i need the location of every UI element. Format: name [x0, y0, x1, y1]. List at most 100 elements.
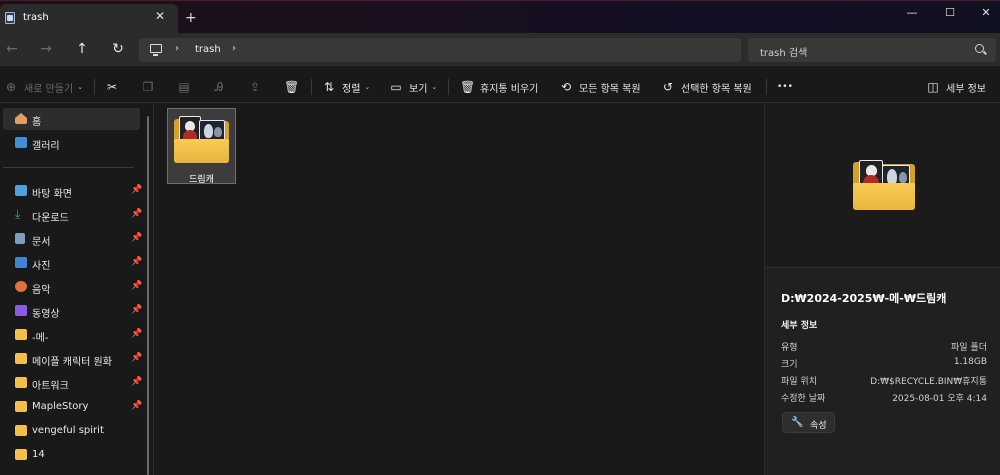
details-row-location: 파일 위치 D:₩$RECYCLE.BIN₩휴지통 [781, 374, 987, 388]
refresh-button[interactable]: ↻ [108, 40, 128, 58]
sidebar-item-documents[interactable]: 문서 📌 [3, 228, 142, 250]
chevron-down-icon: ⌄ [77, 83, 84, 91]
search-input[interactable]: trash 검색 [748, 38, 996, 62]
chevron-right-icon[interactable]: › [232, 43, 236, 54]
sidebar-item-folder[interactable]: 아트워크 📌 [3, 372, 142, 394]
sidebar-item-folder[interactable]: 14 [3, 444, 140, 466]
rename-icon: Ꭿ [214, 79, 224, 94]
new-tab-button[interactable]: + [185, 11, 197, 25]
pin-icon[interactable]: 📌 [131, 401, 142, 411]
paste-button[interactable]: ▤ [177, 78, 197, 96]
wrench-icon: 🔧 [791, 417, 804, 428]
sidebar-item-desktop[interactable]: 바탕 화면 📌 [3, 180, 142, 202]
restore-selected-label: 선택한 항목 복원 [681, 83, 752, 95]
folder-item[interactable]: 드림캐 [167, 108, 236, 185]
sidebar-item-downloads[interactable]: ⤓ 다운로드 📌 [3, 204, 142, 226]
sidebar-item-label: 사진 [32, 261, 51, 272]
folder-icon [15, 353, 27, 364]
sidebar-item-label: vengeful spirit [32, 425, 104, 436]
details-key: 파일 위치 [781, 377, 817, 387]
details-pane-icon: ◫ [927, 80, 939, 94]
preview-figure [204, 124, 213, 138]
chevron-down-icon: ⌄ [364, 83, 371, 91]
share-button[interactable]: ⇪ [248, 78, 268, 96]
view-button[interactable]: ▭ 보기 ⌄ [389, 78, 437, 96]
rename-button[interactable]: Ꭿ [212, 78, 232, 96]
navigation-pane: 홈 갤러리 바탕 화면 📌 ⤓ 다운로드 📌 문서 📌 사진 📌 음악 📌 동영… [0, 104, 154, 475]
delete-button[interactable]: 🗑 [284, 78, 304, 96]
empty-recycle-bin-button[interactable]: 🗑 휴지통 비우기 [460, 78, 538, 96]
pin-icon[interactable]: 📌 [131, 353, 142, 363]
sidebar-item-music[interactable]: 음악 📌 [3, 276, 142, 298]
sidebar-item-label: 동영상 [32, 309, 60, 320]
sort-label: 정렬 [342, 83, 361, 95]
sidebar-item-label: 홈 [32, 117, 42, 128]
search-icon[interactable] [975, 44, 984, 53]
sidebar-item-folder[interactable]: MapleStory 📌 [3, 396, 142, 418]
pin-icon[interactable]: 📌 [131, 185, 142, 195]
pictures-icon [15, 257, 27, 268]
details-row-type: 유형 파일 폴더 [781, 340, 987, 354]
cut-button[interactable]: ✂ [105, 78, 125, 96]
copy-button[interactable]: ❐ [141, 78, 161, 96]
chevron-right-icon[interactable]: › [175, 43, 179, 54]
sidebar-item-home[interactable]: 홈 [3, 108, 140, 130]
sidebar-item-folder[interactable]: 메이플 캐릭터 원화 📌 [3, 348, 142, 370]
pin-icon[interactable]: 📌 [131, 281, 142, 291]
view-label: 보기 [409, 83, 428, 95]
maximize-button[interactable]: ☐ [942, 6, 958, 20]
pin-icon[interactable]: 📌 [131, 377, 142, 387]
search-placeholder: trash 검색 [760, 48, 808, 59]
folder-icon [15, 377, 27, 388]
details-row-size: 크기 1.18GB [781, 357, 987, 371]
restore-selected-button[interactable]: ↺ 선택한 항목 복원 [661, 78, 752, 96]
restore-icon: ⟲ [560, 80, 572, 94]
pin-icon[interactable]: 📌 [131, 329, 142, 339]
folder-icon [15, 329, 27, 340]
pin-icon[interactable]: 📌 [131, 209, 142, 219]
sidebar-item-gallery[interactable]: 갤러리 [3, 132, 140, 154]
more-options-button[interactable]: ••• [777, 78, 793, 96]
sidebar-item-videos[interactable]: 동영상 📌 [3, 300, 142, 322]
title-bar: trash ✕ + — ☐ ✕ [0, 0, 1000, 33]
window-top-accent [0, 0, 1000, 1]
pin-icon[interactable]: 📌 [131, 233, 142, 243]
tab-close-button[interactable]: ✕ [153, 9, 167, 23]
copy-icon: ❐ [142, 80, 154, 94]
pin-icon[interactable]: 📌 [131, 257, 142, 267]
sidebar-item-pictures[interactable]: 사진 📌 [3, 252, 142, 274]
new-button[interactable]: ⊕ 새로 만들기 ⌄ [4, 78, 83, 96]
minimize-button[interactable]: — [904, 6, 920, 20]
details-pane-button[interactable]: ◫ 세부 정보 [926, 78, 986, 96]
file-list: 드림캐 [155, 104, 763, 475]
sidebar-item-label: 다운로드 [32, 213, 69, 224]
sidebar-item-label: 바탕 화면 [32, 189, 72, 200]
back-button[interactable]: ← [2, 40, 22, 58]
details-key: 크기 [781, 360, 798, 370]
view-icon: ▭ [390, 80, 402, 94]
restore-all-button[interactable]: ⟲ 모든 항목 복원 [559, 78, 641, 96]
sort-button[interactable]: ⇅ 정렬 ⌄ [322, 78, 370, 96]
details-pane: D:₩2024-2025₩-메-₩드림캐 세부 정보 유형 파일 폴더 크기 1… [764, 104, 1000, 475]
tab-trash[interactable]: trash ✕ [0, 4, 178, 33]
up-button[interactable]: ↑ [72, 40, 92, 58]
folder-icon [15, 425, 27, 436]
properties-button[interactable]: 🔧 속성 [782, 412, 835, 433]
forward-button[interactable]: → [36, 40, 56, 58]
close-window-button[interactable]: ✕ [978, 6, 994, 20]
recycle-bin-icon [5, 12, 15, 24]
sidebar-scrollbar[interactable] [147, 116, 149, 475]
path-field[interactable]: › trash › [139, 38, 741, 62]
preview-figure [899, 172, 907, 183]
folder-front [853, 183, 915, 210]
details-value: 1.18GB [953, 357, 987, 367]
sidebar-item-folder[interactable]: -메- 📌 [3, 324, 142, 346]
sidebar-item-label: 14 [32, 449, 45, 460]
details-label: 세부 정보 [946, 83, 986, 95]
sidebar-item-folder[interactable]: vengeful spirit [3, 420, 140, 442]
breadcrumb-trash[interactable]: trash [195, 44, 221, 55]
sidebar-item-label: 아트워크 [32, 381, 69, 392]
home-icon [15, 113, 27, 124]
sort-icon: ⇅ [323, 80, 335, 94]
pin-icon[interactable]: 📌 [131, 305, 142, 315]
